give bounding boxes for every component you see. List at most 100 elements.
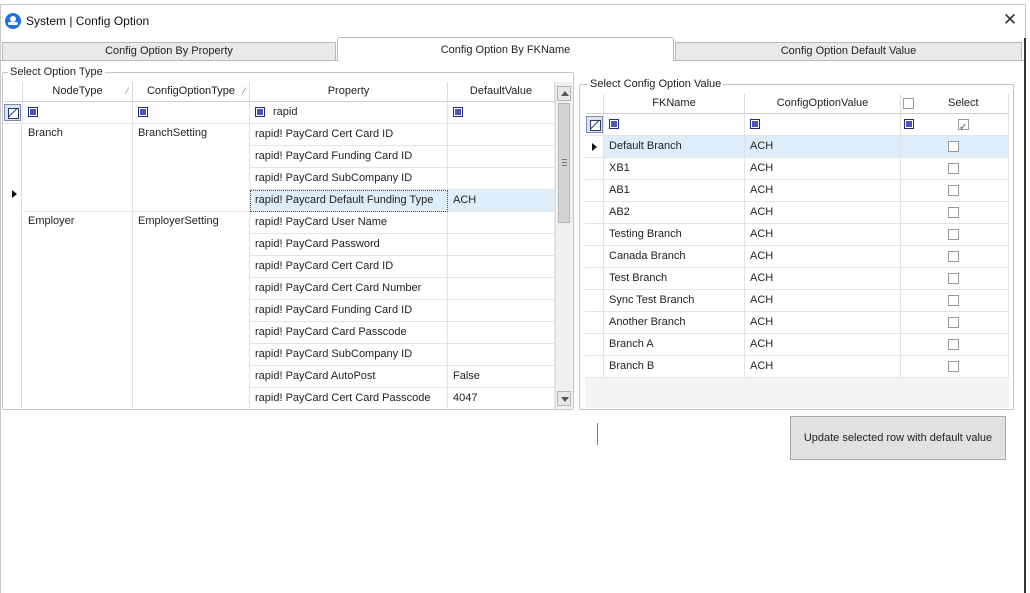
property-cell[interactable]: rapid! PayCard AutoPost	[250, 366, 448, 388]
filter-cell-nodetype[interactable]	[23, 102, 133, 124]
scroll-down-button[interactable]	[557, 391, 571, 406]
filter-condition-icon[interactable]	[138, 107, 148, 117]
config-option-value-cell[interactable]: ACH	[745, 158, 901, 180]
row-header[interactable]	[585, 202, 604, 224]
filter-condition-icon[interactable]	[750, 119, 760, 129]
row-header[interactable]	[585, 268, 604, 290]
default-value-cell[interactable]	[448, 124, 555, 146]
config-option-value-cell[interactable]: ACH	[745, 290, 901, 312]
default-value-cell[interactable]	[448, 168, 555, 190]
row-select-checkbox[interactable]	[948, 207, 959, 218]
fkname-cell[interactable]: Test Branch	[604, 268, 745, 290]
select-cell[interactable]	[901, 180, 1009, 202]
filter-condition-icon[interactable]	[255, 107, 265, 117]
select-cell[interactable]	[901, 334, 1009, 356]
tab-config-option-by-property[interactable]: Config Option By Property	[2, 42, 336, 61]
row-select-checkbox[interactable]	[948, 295, 959, 306]
property-cell[interactable]: rapid! PayCard Cert Card Passcode	[250, 388, 448, 409]
column-header-nodetype[interactable]: NodeType ⁄	[23, 82, 133, 102]
config-option-value-cell[interactable]: ACH	[745, 268, 901, 290]
select-cell[interactable]	[901, 136, 1009, 158]
tab-config-option-by-fkname[interactable]: Config Option By FKName	[337, 37, 674, 62]
property-cell[interactable]: rapid! PayCard Cert Card Number	[250, 278, 448, 300]
fkname-cell[interactable]: XB1	[604, 158, 745, 180]
row-header[interactable]	[585, 180, 604, 202]
fkname-cell[interactable]: Branch A	[604, 334, 745, 356]
select-cell[interactable]	[901, 356, 1009, 378]
row-select-checkbox[interactable]	[948, 229, 959, 240]
group-cell-nodetype-branch[interactable]: Branch	[23, 124, 133, 212]
default-value-cell[interactable]	[448, 278, 555, 300]
row-select-checkbox[interactable]	[948, 361, 959, 372]
config-option-value-cell[interactable]: ACH	[745, 246, 901, 268]
default-value-cell[interactable]	[448, 146, 555, 168]
select-cell[interactable]	[901, 224, 1009, 246]
default-value-cell[interactable]	[448, 322, 555, 344]
property-cell[interactable]: rapid! Paycard Default Funding Type	[250, 190, 448, 212]
scroll-up-button[interactable]	[557, 86, 571, 101]
row-header[interactable]	[585, 356, 604, 378]
row-select-checkbox[interactable]	[948, 251, 959, 262]
property-cell[interactable]: rapid! PayCard Funding Card ID	[250, 146, 448, 168]
option-type-grid-scrollbar[interactable]	[555, 82, 573, 409]
select-cell[interactable]	[901, 268, 1009, 290]
property-cell[interactable]: rapid! PayCard User Name	[250, 212, 448, 234]
fkname-cell[interactable]: AB1	[604, 180, 745, 202]
column-header-configoptionvalue[interactable]: ConfigOptionValue	[745, 94, 901, 114]
row-header[interactable]	[585, 334, 604, 356]
filter-cell-configoptiontype[interactable]	[133, 102, 250, 124]
column-header-defaultvalue[interactable]: DefaultValue	[448, 82, 555, 102]
group-cell-configoptiontype-employer[interactable]: EmployerSetting	[133, 212, 250, 409]
property-cell[interactable]: rapid! PayCard Cert Card ID	[250, 124, 448, 146]
filter-condition-icon[interactable]	[609, 119, 619, 129]
update-selected-row-button[interactable]: Update selected row with default value	[790, 416, 1006, 460]
default-value-cell[interactable]	[448, 212, 555, 234]
row-header[interactable]	[585, 246, 604, 268]
fkname-cell[interactable]: Branch B	[604, 356, 745, 378]
property-cell[interactable]: rapid! PayCard Funding Card ID	[250, 300, 448, 322]
property-cell[interactable]: rapid! PayCard Card Passcode	[250, 322, 448, 344]
tab-config-option-default-value[interactable]: Config Option Default Value	[675, 42, 1022, 61]
select-cell[interactable]	[901, 158, 1009, 180]
config-option-value-cell[interactable]: ACH	[745, 334, 901, 356]
property-cell[interactable]: rapid! PayCard SubCompany ID	[250, 344, 448, 366]
row-select-checkbox[interactable]	[948, 185, 959, 196]
filter-condition-icon[interactable]	[28, 107, 38, 117]
default-value-cell[interactable]: False	[448, 366, 555, 388]
row-select-checkbox[interactable]	[948, 273, 959, 284]
property-cell[interactable]: rapid! PayCard Password	[250, 234, 448, 256]
column-header-property[interactable]: Property	[250, 82, 448, 102]
fkname-cell[interactable]: Testing Branch	[604, 224, 745, 246]
filter-cell-defaultvalue[interactable]	[448, 102, 555, 124]
filter-condition-icon[interactable]	[453, 107, 463, 117]
config-option-value-cell[interactable]: ACH	[745, 224, 901, 246]
default-value-cell[interactable]	[448, 234, 555, 256]
row-header[interactable]	[585, 158, 604, 180]
property-cell[interactable]: rapid! PayCard Cert Card ID	[250, 256, 448, 278]
config-option-value-cell[interactable]: ACH	[745, 356, 901, 378]
row-select-checkbox[interactable]	[948, 163, 959, 174]
filter-cell-select[interactable]	[901, 114, 1009, 136]
row-header[interactable]	[585, 136, 604, 158]
default-value-cell[interactable]	[448, 300, 555, 322]
fkname-cell[interactable]: Sync Test Branch	[604, 290, 745, 312]
filter-select-checkbox[interactable]	[958, 117, 969, 135]
select-cell[interactable]	[901, 290, 1009, 312]
column-header-select[interactable]: Select	[901, 94, 1009, 114]
select-cell[interactable]	[901, 312, 1009, 334]
select-cell[interactable]	[901, 202, 1009, 224]
row-header[interactable]	[585, 224, 604, 246]
default-value-cell[interactable]	[448, 344, 555, 366]
config-option-value-cell[interactable]: ACH	[745, 202, 901, 224]
row-header[interactable]	[585, 312, 604, 334]
filter-text-property[interactable]: rapid	[273, 102, 297, 123]
group-cell-configoptiontype-branch[interactable]: BranchSetting	[133, 124, 250, 212]
row-select-checkbox[interactable]	[948, 141, 959, 152]
select-all-checkbox[interactable]	[903, 98, 914, 109]
config-option-value-cell[interactable]: ACH	[745, 312, 901, 334]
filter-condition-icon[interactable]	[904, 119, 914, 129]
fkname-cell[interactable]: Canada Branch	[604, 246, 745, 268]
default-value-cell[interactable]	[448, 256, 555, 278]
row-select-checkbox[interactable]	[948, 339, 959, 350]
filter-editor-icon[interactable]	[586, 116, 603, 133]
